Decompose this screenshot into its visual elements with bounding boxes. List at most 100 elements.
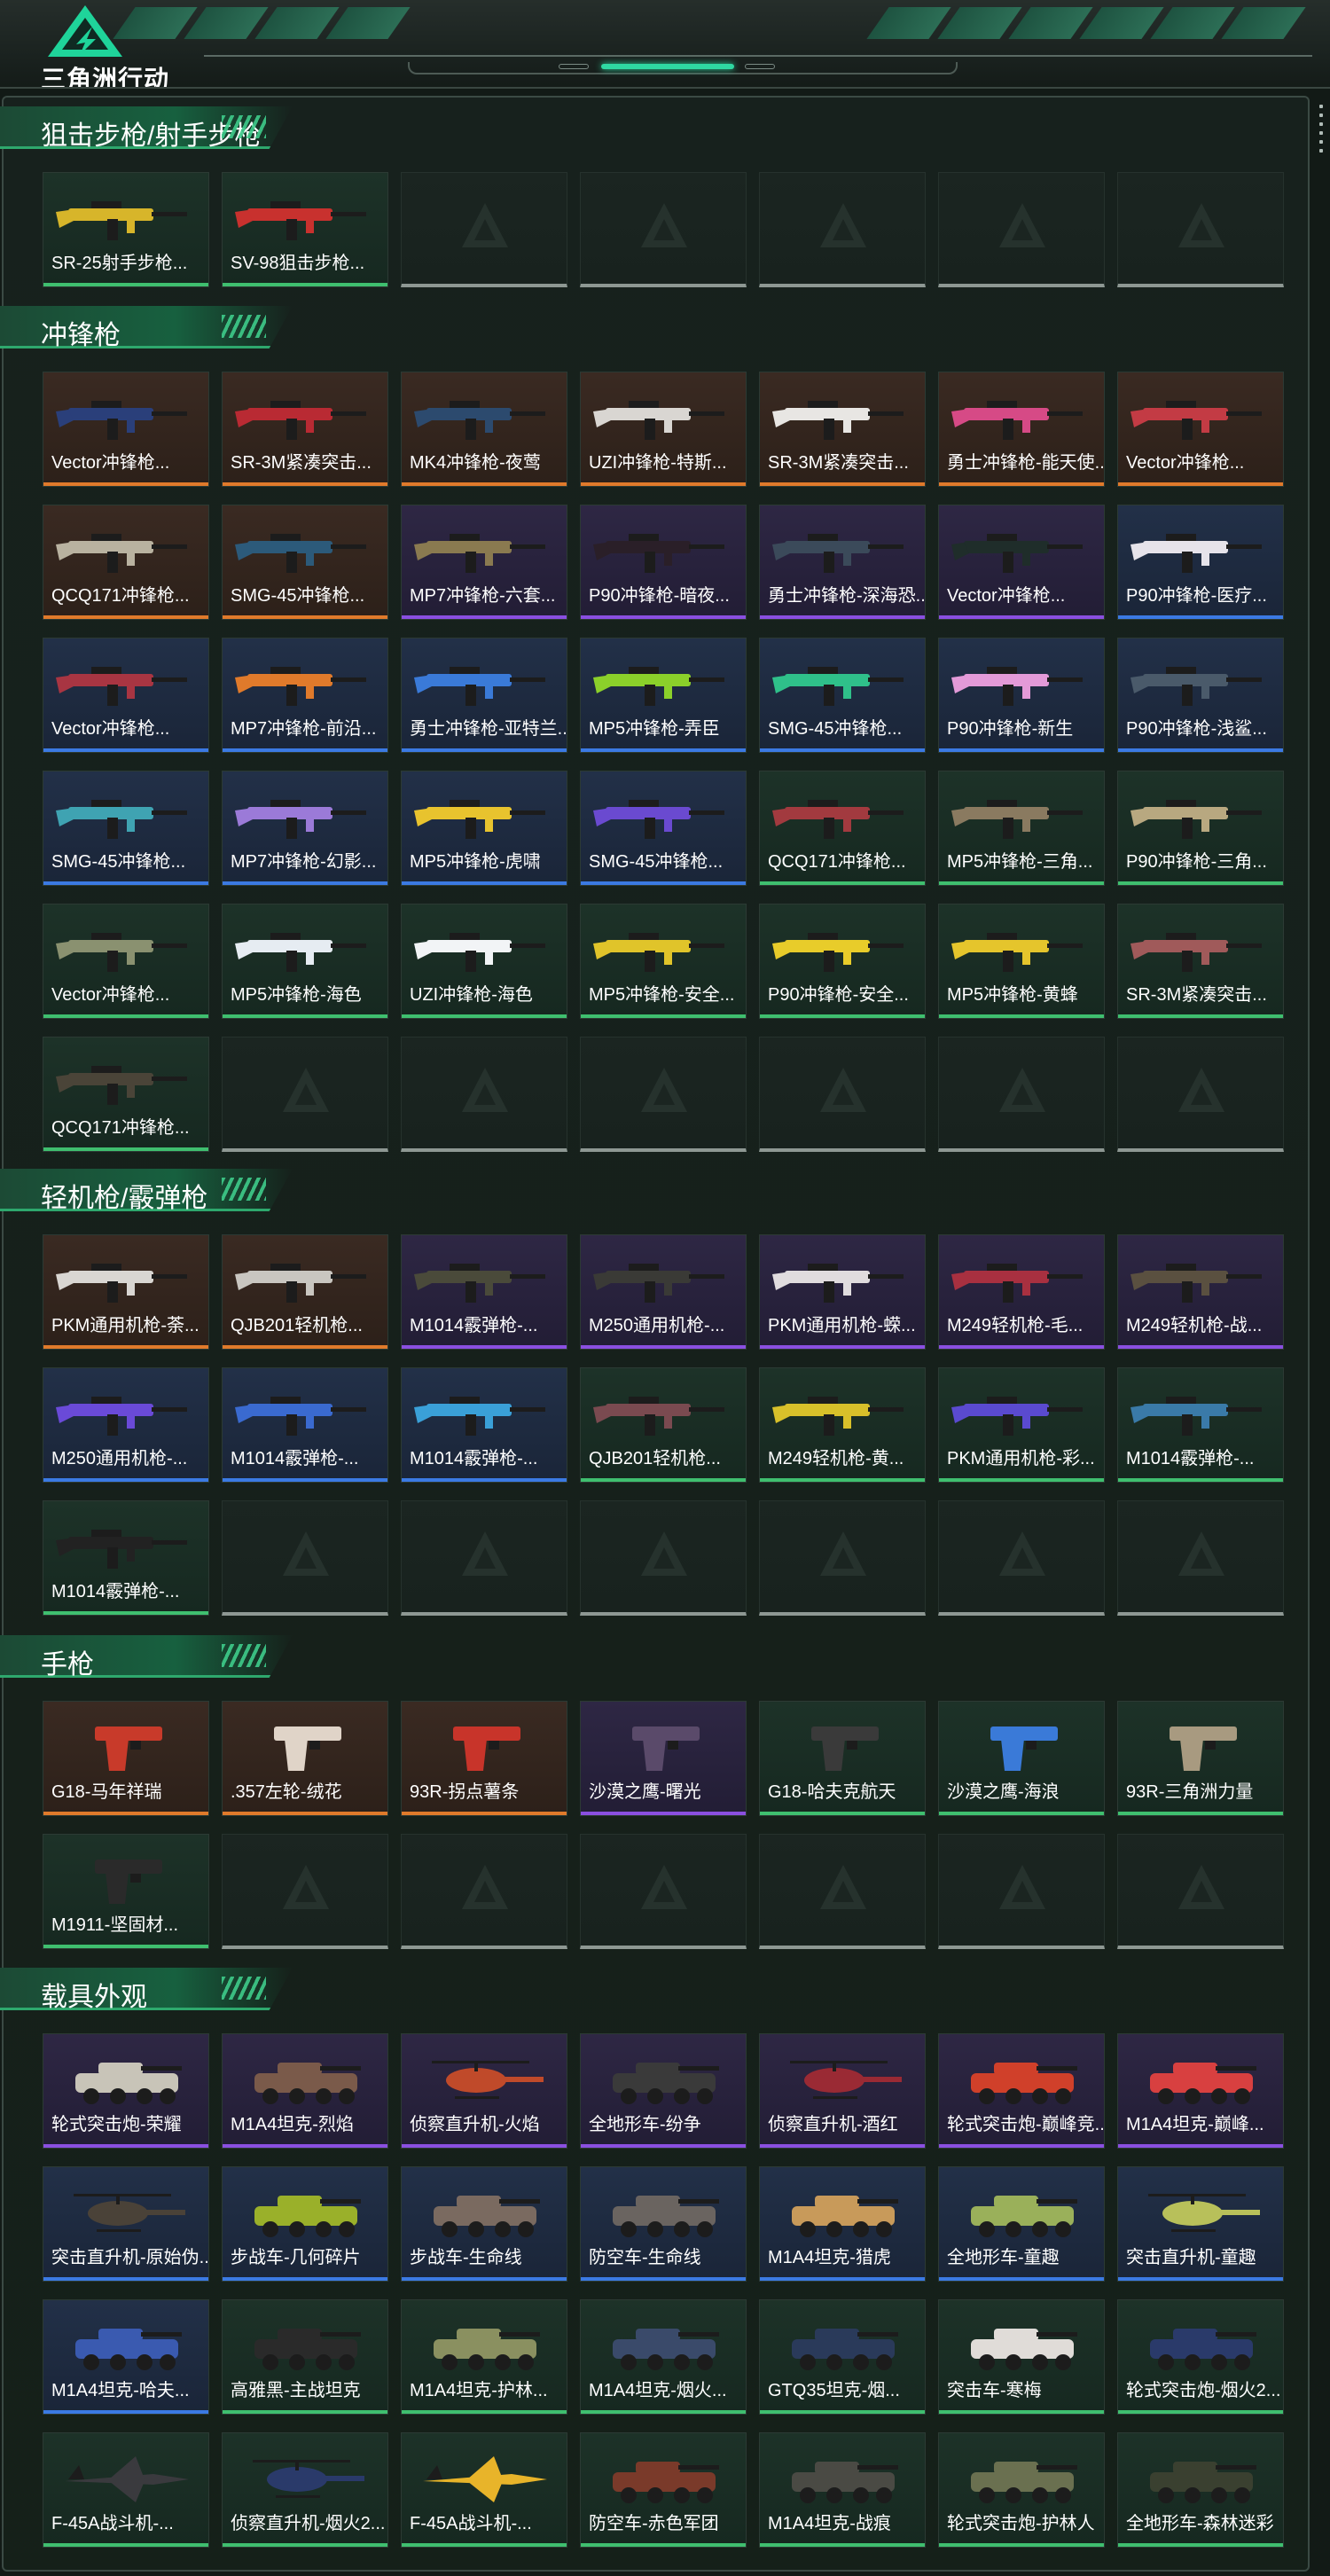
item-card[interactable]: M1911-坚固材... xyxy=(43,1834,209,1949)
section-title: 冲锋枪 xyxy=(41,321,121,350)
item-card[interactable]: SR-3M紧凑突击... xyxy=(222,372,388,487)
item-card[interactable]: 侦察直升机-火焰 xyxy=(401,2033,567,2149)
item-card[interactable]: MP7冲锋枪-六套... xyxy=(401,505,567,620)
item-card[interactable]: M1A4坦克-战痕 xyxy=(759,2432,926,2548)
item-card[interactable]: PKM通用机枪-彩... xyxy=(938,1367,1105,1483)
item-card[interactable]: M1A4坦克-烟火... xyxy=(580,2299,747,2415)
machine-gun-icon xyxy=(235,1264,366,1303)
item-card[interactable]: 全地形车-纷争 xyxy=(580,2033,747,2149)
item-card[interactable]: MP5冲锋枪-虎啸 xyxy=(401,771,567,886)
item-card[interactable]: M1A4坦克-烈焰 xyxy=(222,2033,388,2149)
item-card[interactable]: M1A4坦克-猎虎 xyxy=(759,2166,926,2282)
item-card[interactable]: P90冲锋枪-新生 xyxy=(938,638,1105,753)
item-card[interactable]: M1A4坦克-巅峰... xyxy=(1117,2033,1284,2149)
scrollbar-handle[interactable] xyxy=(1319,105,1323,167)
item-card[interactable]: M249轻机枪-毛... xyxy=(938,1234,1105,1350)
item-card[interactable]: QCQ171冲锋枪... xyxy=(43,505,209,620)
item-card[interactable]: SR-3M紧凑突击... xyxy=(1117,904,1284,1019)
item-card[interactable]: SR-3M紧凑突击... xyxy=(759,372,926,487)
item-card[interactable]: 步战车-生命线 xyxy=(401,2166,567,2282)
item-card[interactable]: 侦察直升机-酒红 xyxy=(759,2033,926,2149)
item-card[interactable]: 轮式突击炮-巅峰竞... xyxy=(938,2033,1105,2149)
item-name: M1A4坦克-战痕 xyxy=(768,2514,891,2533)
item-card[interactable]: M250通用机枪-... xyxy=(43,1367,209,1483)
item-card[interactable]: 轮式突击炮-荣耀 xyxy=(43,2033,209,2149)
item-card[interactable]: 高雅黑-主战坦克 xyxy=(222,2299,388,2415)
item-card[interactable]: 轮式突击炮-烟火2... xyxy=(1117,2299,1284,2415)
item-card[interactable]: SMG-45冲锋枪... xyxy=(43,771,209,886)
item-card[interactable]: Vector冲锋枪... xyxy=(43,904,209,1019)
item-card[interactable]: M1014霰弹枪-... xyxy=(222,1367,388,1483)
item-card[interactable]: 突击车-寒梅 xyxy=(938,2299,1105,2415)
item-card[interactable]: 沙漠之鹰-海浪 xyxy=(938,1701,1105,1816)
item-card[interactable]: 全地形车-森林迷彩 xyxy=(1117,2432,1284,2548)
item-card[interactable]: QCQ171冲锋枪... xyxy=(759,771,926,886)
item-card[interactable]: SV-98狙击步枪... xyxy=(222,172,388,287)
item-card[interactable]: 防空车-生命线 xyxy=(580,2166,747,2282)
item-card[interactable]: M1A4坦克-哈夫... xyxy=(43,2299,209,2415)
item-name: Vector冲锋枪... xyxy=(51,453,170,473)
item-card[interactable]: MP5冲锋枪-海色 xyxy=(222,904,388,1019)
item-card[interactable]: M249轻机枪-战... xyxy=(1117,1234,1284,1350)
item-card[interactable]: 全地形车-童趣 xyxy=(938,2166,1105,2282)
item-card[interactable]: G18-马年祥瑞 xyxy=(43,1701,209,1816)
item-card[interactable]: GTQ35坦克-烟... xyxy=(759,2299,926,2415)
item-card[interactable]: SMG-45冲锋枪... xyxy=(759,638,926,753)
item-card[interactable]: SR-25射手步枪... xyxy=(43,172,209,287)
item-card[interactable]: M1014霰弹枪-... xyxy=(43,1500,209,1616)
item-card[interactable]: P90冲锋枪-暗夜... xyxy=(580,505,747,620)
item-name: MP5冲锋枪-弄臣 xyxy=(589,719,720,739)
item-card[interactable]: F-45A战斗机-... xyxy=(43,2432,209,2548)
item-card[interactable]: QJB201轻机枪... xyxy=(580,1367,747,1483)
item-card[interactable]: Vector冲锋枪... xyxy=(1117,372,1284,487)
item-card[interactable]: 轮式突击炮-护林人 xyxy=(938,2432,1105,2548)
item-card[interactable]: SMG-45冲锋枪... xyxy=(580,771,747,886)
item-card[interactable]: MP5冲锋枪-三角... xyxy=(938,771,1105,886)
item-card[interactable]: 勇士冲锋枪-亚特兰... xyxy=(401,638,567,753)
item-card[interactable]: 突击直升机-原始伪... xyxy=(43,2166,209,2282)
item-card[interactable]: M1014霰弹枪-... xyxy=(401,1367,567,1483)
item-card[interactable]: P90冲锋枪-医疗... xyxy=(1117,505,1284,620)
item-card[interactable]: SMG-45冲锋枪... xyxy=(222,505,388,620)
item-card[interactable]: MP7冲锋枪-幻影... xyxy=(222,771,388,886)
item-card[interactable]: G18-哈夫克航天 xyxy=(759,1701,926,1816)
item-card[interactable]: M249轻机枪-黄... xyxy=(759,1367,926,1483)
item-card[interactable]: QCQ171冲锋枪... xyxy=(43,1037,209,1152)
item-card[interactable]: QJB201轻机枪... xyxy=(222,1234,388,1350)
item-name: 全地形车-森林迷彩 xyxy=(1126,2514,1274,2533)
item-card[interactable]: PKM通用机枪-荼... xyxy=(43,1234,209,1350)
item-card[interactable]: 93R-三角洲力量 xyxy=(1117,1701,1284,1816)
item-card[interactable]: 突击直升机-童趣 xyxy=(1117,2166,1284,2282)
item-card[interactable]: 步战车-几何碎片 xyxy=(222,2166,388,2282)
item-card[interactable]: MP5冲锋枪-黄蜂 xyxy=(938,904,1105,1019)
item-card[interactable]: 防空车-赤色军团 xyxy=(580,2432,747,2548)
item-card[interactable]: UZI冲锋枪-特斯... xyxy=(580,372,747,487)
item-card[interactable]: P90冲锋枪-三角... xyxy=(1117,771,1284,886)
item-card[interactable]: M250通用机枪-... xyxy=(580,1234,747,1350)
item-card[interactable]: MP7冲锋枪-前沿... xyxy=(222,638,388,753)
item-card[interactable]: M1014霰弹枪-... xyxy=(401,1234,567,1350)
item-card[interactable]: MK4冲锋枪-夜莺 xyxy=(401,372,567,487)
item-card[interactable]: 沙漠之鹰-曙光 xyxy=(580,1701,747,1816)
item-card[interactable]: Vector冲锋枪... xyxy=(938,505,1105,620)
item-card[interactable]: PKM通用机枪-蝾... xyxy=(759,1234,926,1350)
item-card[interactable]: Vector冲锋枪... xyxy=(43,372,209,487)
item-card[interactable]: P90冲锋枪-安全... xyxy=(759,904,926,1019)
item-card[interactable]: M1014霰弹枪-... xyxy=(1117,1367,1284,1483)
item-card[interactable]: P90冲锋枪-浅鲨... xyxy=(1117,638,1284,753)
item-card[interactable]: Vector冲锋枪... xyxy=(43,638,209,753)
item-card[interactable]: UZI冲锋枪-海色 xyxy=(401,904,567,1019)
item-card[interactable]: .357左轮-绒花 xyxy=(222,1701,388,1816)
item-card[interactable]: 勇士冲锋枪-深海恐... xyxy=(759,505,926,620)
item-card[interactable]: MP5冲锋枪-安全... xyxy=(580,904,747,1019)
item-card[interactable]: M1A4坦克-护林... xyxy=(401,2299,567,2415)
item-card[interactable]: F-45A战斗机-... xyxy=(401,2432,567,2548)
machine-gun-icon xyxy=(772,1397,904,1436)
item-name: PKM通用机枪-荼... xyxy=(51,1316,200,1335)
item-card[interactable]: 侦察直升机-烟火2... xyxy=(222,2432,388,2548)
delta-placeholder-icon xyxy=(462,1068,508,1112)
rarity-bar xyxy=(1118,2277,1283,2281)
item-card[interactable]: 93R-拐点薯条 xyxy=(401,1701,567,1816)
item-card[interactable]: MP5冲锋枪-弄臣 xyxy=(580,638,747,753)
item-card[interactable]: 勇士冲锋枪-能天使... xyxy=(938,372,1105,487)
